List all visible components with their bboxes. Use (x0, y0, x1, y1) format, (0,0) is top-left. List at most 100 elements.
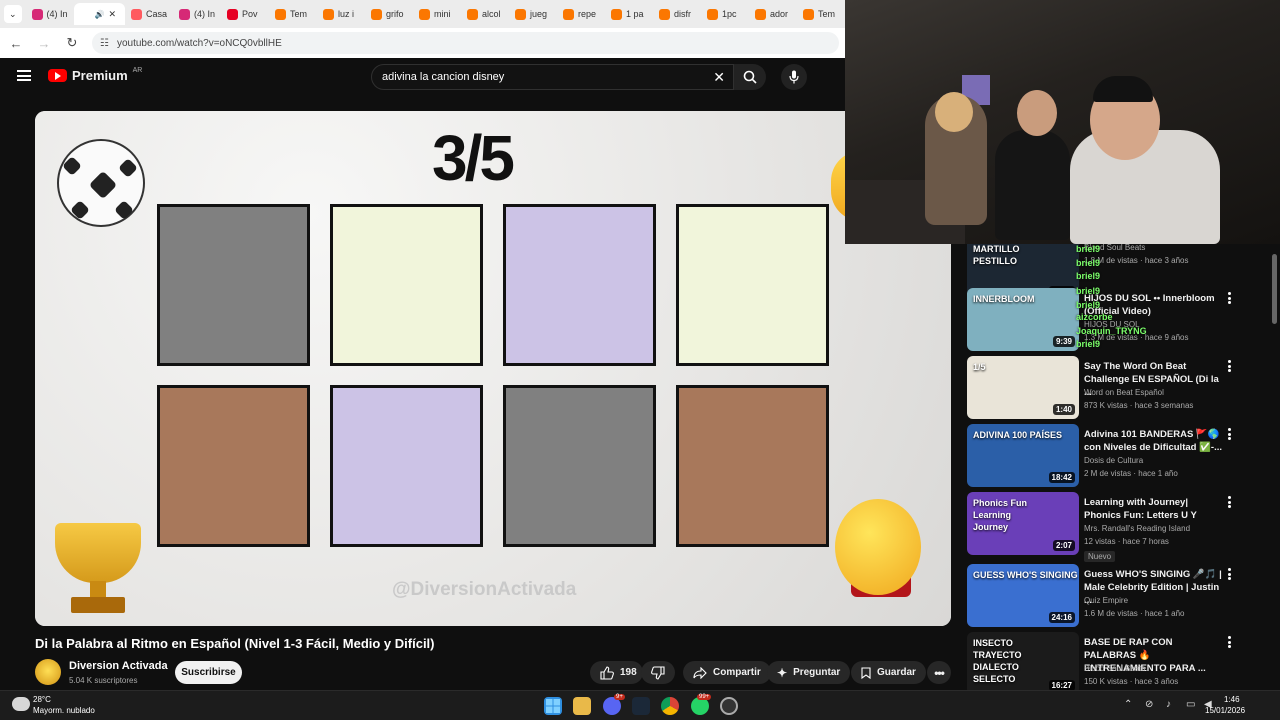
search-button[interactable] (734, 64, 766, 90)
menu-icon[interactable] (17, 70, 31, 81)
video-player[interactable]: 3/5 @DiversionActivada (35, 111, 951, 626)
tab-search-button[interactable]: ⌄ (4, 5, 22, 23)
recommended-video[interactable]: INSECTO TRAYECTO DIALECTO SELECTO 16:27 BASE … (966, 632, 1266, 690)
recommended-video[interactable]: Phonics Fun Learning Journey 2:07 Learning w… (966, 492, 1266, 562)
browser-tab[interactable]: 1 pa (605, 3, 653, 25)
tab-label: (4) In (194, 9, 216, 19)
more-options-icon[interactable] (1228, 496, 1232, 508)
browser-tab[interactable]: repe (557, 3, 605, 25)
channel-name[interactable]: Diversion Activada (69, 660, 168, 672)
more-options-icon[interactable] (1228, 568, 1232, 580)
save-button[interactable]: Guardar (851, 661, 926, 684)
tab-label: ador (770, 9, 789, 19)
recommended-channel[interactable]: Quiz Empire (1084, 596, 1128, 605)
more-horizontal-icon: ••• (934, 665, 945, 680)
tab-label: repe (578, 9, 597, 19)
search-input[interactable]: adivina la cancion disney ✕ (371, 64, 734, 90)
dislike-button[interactable] (641, 661, 675, 684)
channel-avatar[interactable] (35, 659, 61, 685)
weather-description[interactable]: Mayorm. nublado (33, 706, 95, 715)
browser-tab[interactable]: (4) In (173, 3, 221, 25)
tab-favicon-icon (179, 8, 190, 20)
tab-label: 1pc (722, 9, 737, 19)
more-actions-button[interactable]: ••• (927, 661, 951, 684)
video-thumbnail[interactable]: Phonics Fun Learning Journey 2:07 (967, 492, 1079, 555)
tray-chevron-icon[interactable]: ⌃ (1124, 699, 1132, 710)
youtube-premium-logo[interactable]: Premium AR (48, 67, 142, 83)
browser-tab[interactable]: grifo (365, 3, 413, 25)
microphone-tray-icon[interactable]: ♪ (1166, 699, 1171, 710)
thumbnail-text: ADIVINA 100 PAÍSES (973, 430, 1063, 440)
browser-tab[interactable]: disfr (653, 3, 701, 25)
chat-username: briel9 (1076, 244, 1101, 254)
back-button[interactable]: ← (8, 36, 24, 51)
recommended-channel[interactable]: Dosis de Cultura (1084, 456, 1143, 465)
recommended-video[interactable]: 1/5 1:40 Say The Word On Beat Challenge EN… (966, 356, 1266, 419)
color-card (157, 385, 310, 547)
recommended-channel[interactable]: Word on Beat Español (1084, 388, 1164, 397)
tab-favicon-icon (803, 8, 814, 20)
obs-icon[interactable] (720, 697, 738, 715)
recommended-video[interactable]: INNERBLOOM 9:39 HIJOS DU SOL •• Innerbloom… (966, 288, 1266, 351)
clock-time[interactable]: 1:46 (1224, 695, 1240, 704)
more-options-icon[interactable] (1228, 292, 1232, 304)
color-card (157, 204, 310, 366)
like-button[interactable]: 198 (590, 661, 643, 684)
browser-tab[interactable]: (4) In (26, 3, 74, 25)
browser-tab[interactable]: 🔊 ✕ (73, 3, 125, 25)
video-thumbnail[interactable]: ADIVINA 100 PAÍSES 18:42 (967, 424, 1079, 487)
windows-start-icon[interactable] (544, 697, 562, 715)
recommended-video[interactable]: ADIVINA 100 PAÍSES 18:42 Adivina 101 BANDE… (966, 424, 1266, 487)
browser-tab[interactable]: Tem (269, 3, 317, 25)
file-explorer-icon[interactable] (573, 697, 591, 715)
network-off-icon[interactable]: ⊘ (1145, 699, 1153, 710)
weather-cloud-icon[interactable] (12, 697, 30, 711)
windows-taskbar: 28°C Mayorm. nublado 9+ 99+ ⌃ ⊘ ♪ ▭ ◀ 1:… (0, 690, 1280, 720)
youtube-play-icon (48, 69, 67, 82)
site-info-icon[interactable]: ☷ (100, 38, 109, 49)
color-card (676, 385, 829, 547)
steam-icon[interactable] (632, 697, 650, 715)
subscribe-button[interactable]: Suscribirse (175, 661, 242, 684)
recommended-video[interactable]: GUESS WHO'S SINGING 24:16 Guess WHO'S SING… (966, 564, 1266, 627)
ask-label: Preguntar (793, 667, 841, 678)
more-options-icon[interactable] (1228, 360, 1232, 372)
video-thumbnail[interactable]: INSECTO TRAYECTO DIALECTO SELECTO 16:27 (967, 632, 1079, 690)
more-options-icon[interactable] (1228, 428, 1232, 440)
video-thumbnail[interactable]: GUESS WHO'S SINGING 24:16 (967, 564, 1079, 627)
reload-button[interactable]: ↻ (64, 35, 80, 51)
browser-tab[interactable]: Casa (125, 3, 173, 25)
chrome-icon[interactable] (661, 697, 679, 715)
voice-search-button[interactable] (781, 64, 807, 90)
clear-search-icon[interactable]: ✕ (713, 69, 725, 86)
recommended-title[interactable]: Adivina 101 BANDERAS 🚩🌎 con Niveles de D… (1084, 428, 1224, 454)
browser-tab[interactable]: 1pc (701, 3, 749, 25)
sidebar-scrollbar[interactable] (1272, 254, 1277, 324)
share-button[interactable]: Compartir (683, 661, 771, 684)
browser-tab[interactable]: mini (413, 3, 461, 25)
recommended-channel[interactable]: Mrs. Randall's Reading Island (1084, 524, 1190, 533)
recommended-channel[interactable]: Blood Soul Beats (1084, 664, 1145, 673)
address-bar[interactable]: ☷ youtube.com/watch?v=oNCQ0vbllHE (92, 32, 839, 54)
browser-tab[interactable]: ador (749, 3, 797, 25)
browser-tab[interactable]: luz i (317, 3, 365, 25)
recommended-title[interactable]: Learning with Journey| Phonics Fun: Lett… (1084, 496, 1224, 522)
clock-date[interactable]: 15/01/2026 (1205, 706, 1245, 715)
video-thumbnail[interactable]: INNERBLOOM 9:39 (967, 288, 1079, 351)
tab-favicon-icon (707, 8, 718, 20)
weather-temperature[interactable]: 28°C (33, 695, 51, 704)
more-options-icon[interactable] (1228, 636, 1232, 648)
tab-close-icon[interactable]: ✕ (109, 9, 117, 20)
search-icon (743, 70, 757, 84)
browser-tab[interactable]: jueg (509, 3, 557, 25)
thumbnail-text: INNERBLOOM (973, 294, 1035, 304)
forward-button[interactable]: → (36, 36, 52, 51)
recommended-meta: 873 K vistas · hace 3 semanas (1084, 401, 1194, 410)
ask-button[interactable]: ✦ Preguntar (767, 661, 851, 684)
video-thumbnail[interactable]: 1/5 1:40 (967, 356, 1079, 419)
tab-audio-icon[interactable]: 🔊 (95, 10, 105, 19)
browser-tab[interactable]: Tem (797, 3, 845, 25)
browser-tab[interactable]: Pov (221, 3, 269, 25)
display-icon[interactable]: ▭ (1186, 699, 1195, 710)
browser-tab[interactable]: alcol (461, 3, 509, 25)
